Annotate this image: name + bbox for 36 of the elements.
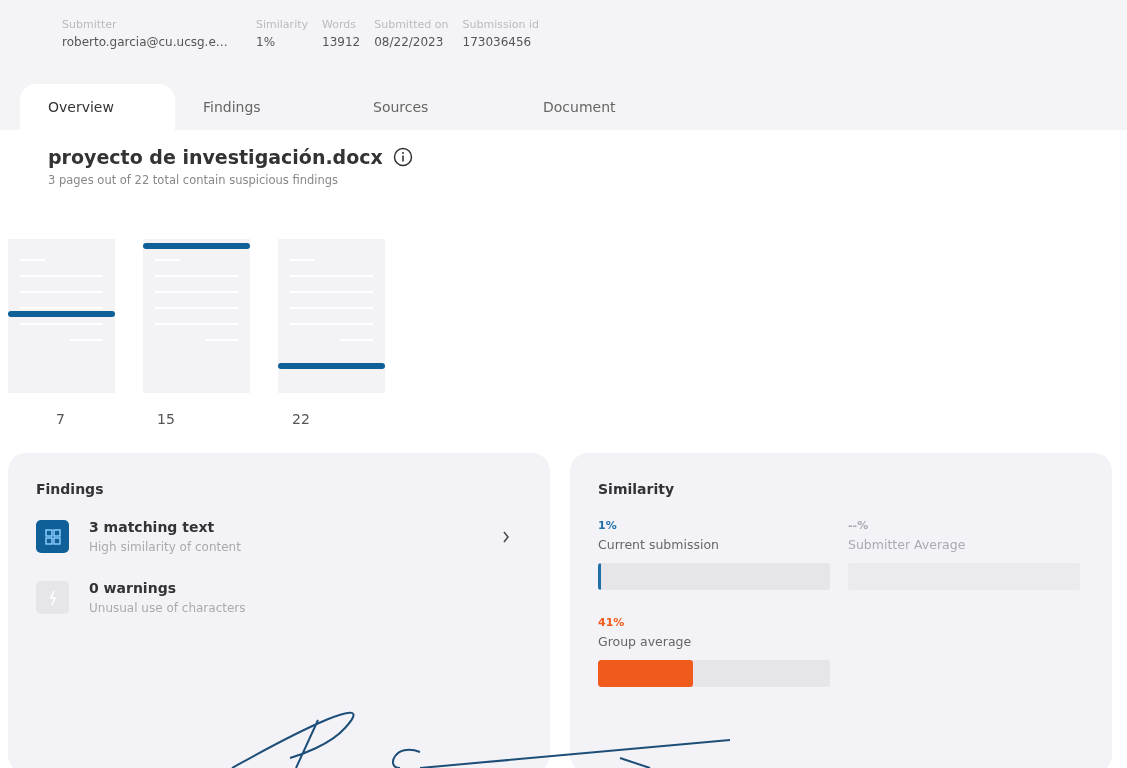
meta-label: Words — [322, 18, 358, 31]
page-number: 22 — [291, 411, 311, 427]
similarity-percent: --% — [848, 519, 870, 532]
similarity-label: Submitter Average — [848, 537, 967, 552]
tab[interactable]: Document — [515, 84, 685, 130]
meta-label: Submission id — [462, 18, 539, 31]
page-thumbnail[interactable] — [278, 239, 385, 393]
page-thumbnail[interactable] — [8, 239, 115, 393]
info-icon[interactable] — [392, 147, 413, 167]
similarity-percent: 1% — [598, 519, 618, 532]
meta-value: 1% — [256, 35, 277, 49]
similarity-label: Current submission — [598, 537, 720, 552]
tab[interactable]: Sources — [345, 84, 515, 130]
meta-value: 08/22/2023 — [374, 35, 445, 49]
finding-title: 3 matching text — [89, 519, 216, 535]
document-title: proyecto de investigación.docx — [48, 146, 383, 168]
meta-value: 173036456 — [462, 35, 533, 49]
finding-description: High similarity of content — [89, 540, 242, 554]
page-number: 15 — [156, 411, 176, 427]
meta-value: roberto.garcia@cu.ucsg.e… — [62, 35, 229, 49]
similarity-label: Group average — [598, 634, 693, 649]
meta-label: Submitter — [62, 18, 118, 31]
page-thumbnail[interactable] — [143, 239, 250, 393]
meta-label: Similarity — [256, 18, 308, 31]
page-number: 7 — [55, 411, 66, 427]
finding-title: 0 warnings — [89, 580, 177, 596]
similarity-percent: 41% — [598, 616, 626, 629]
chevron-right-icon[interactable] — [502, 530, 510, 543]
finding-description: Unusual use of characters — [89, 601, 247, 615]
card-title: Similarity — [598, 481, 676, 497]
tab[interactable]: Overview — [20, 84, 175, 130]
document-summary: 3 pages out of 22 total contain suspicious findings — [48, 173, 339, 187]
grid-icon — [44, 528, 61, 545]
card-title: Findings — [36, 481, 105, 497]
tab[interactable]: Findings — [175, 84, 345, 130]
meta-value: 13912 — [322, 35, 361, 49]
